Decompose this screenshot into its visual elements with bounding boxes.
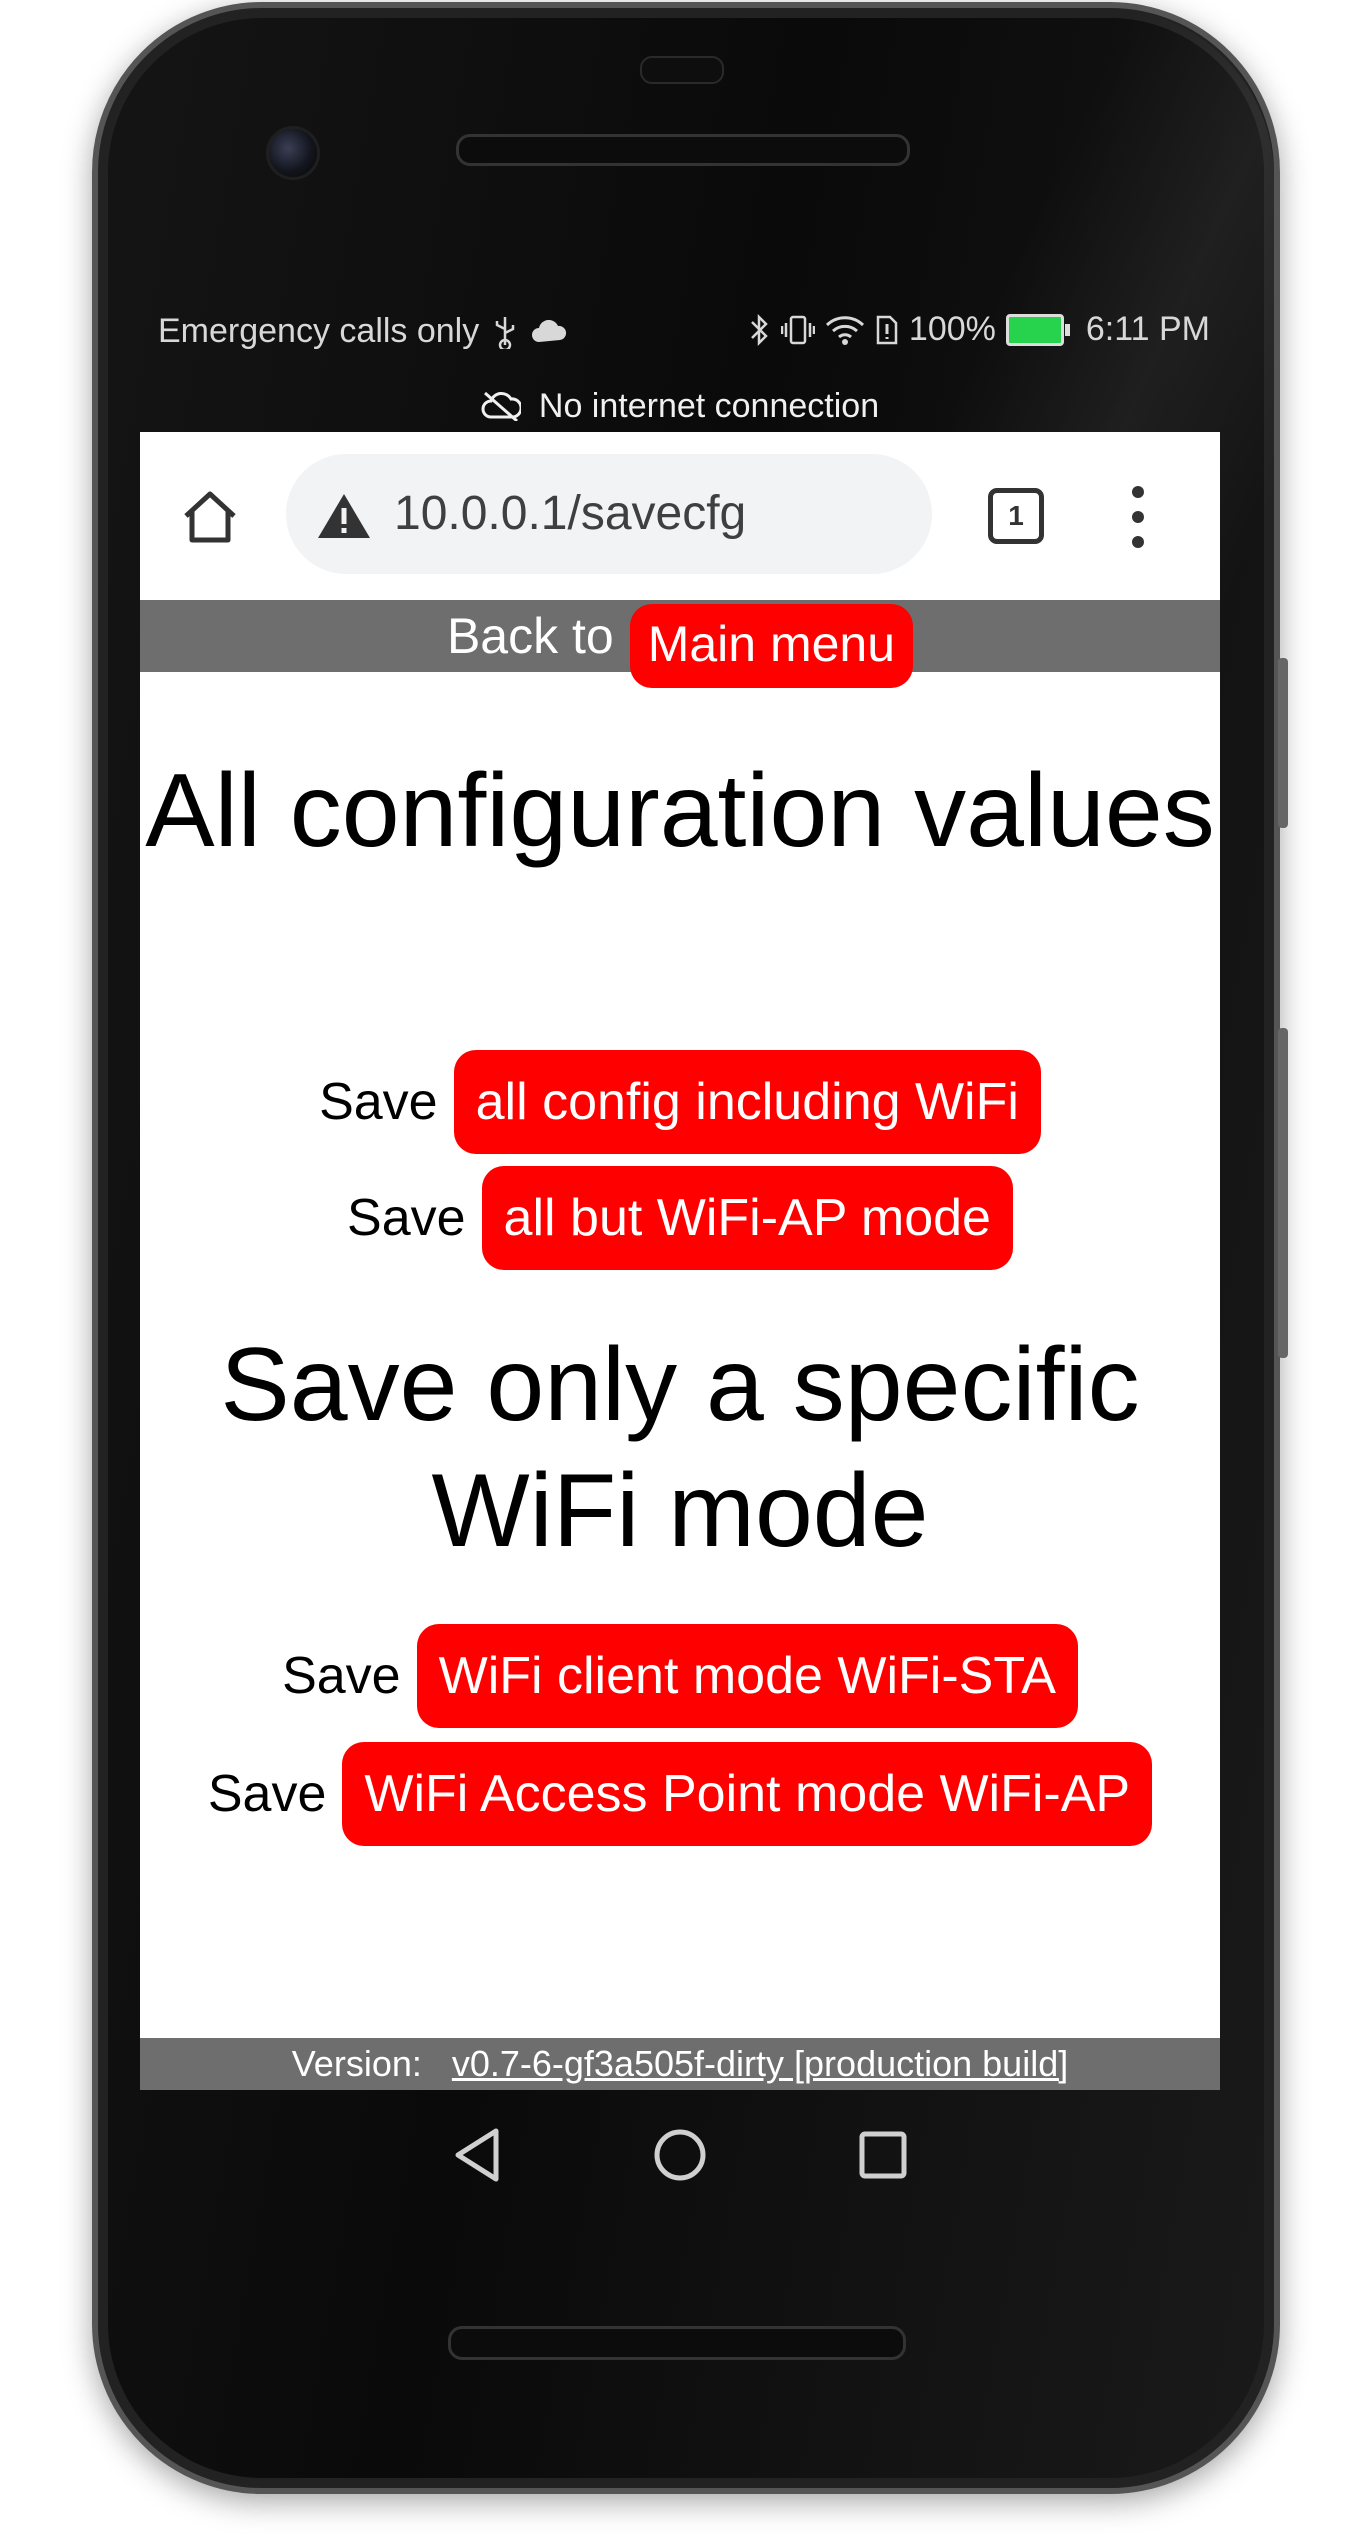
- cloud-off-icon: [481, 391, 521, 421]
- save-wifi-ap-button[interactable]: WiFi Access Point mode WiFi-AP: [342, 1742, 1153, 1846]
- save-row-all-but-ap: Save all but WiFi-AP mode: [140, 1166, 1220, 1270]
- carrier-text: Emergency calls only: [158, 312, 480, 350]
- status-bar: Emergency calls only 100% 6:11 PM: [140, 300, 1220, 380]
- recents-nav-icon[interactable]: [858, 2130, 908, 2180]
- usb-icon: [496, 316, 515, 349]
- bluetooth-icon: [751, 313, 768, 346]
- url-text[interactable]: 10.0.0.1/savecfg: [394, 486, 746, 541]
- battery-icon: [1005, 313, 1070, 346]
- save-row-wifi-sta: Save WiFi client mode WiFi-STA: [140, 1624, 1220, 1728]
- main-menu-button[interactable]: Main menu: [629, 604, 914, 688]
- save-label: Save: [319, 1073, 438, 1131]
- sim-icon: [876, 315, 898, 344]
- home-icon[interactable]: [180, 486, 240, 546]
- vibrate-icon: [780, 315, 815, 344]
- save-all-config-button[interactable]: all config including WiFi: [453, 1050, 1041, 1154]
- tab-switcher-button[interactable]: 1: [988, 488, 1044, 544]
- volume-button: [1278, 1028, 1288, 1358]
- web-page: Back to Main menu All configuration valu…: [140, 600, 1220, 2090]
- save-label: Save: [207, 1765, 327, 1823]
- network-notice: No internet connection: [140, 380, 1220, 432]
- save-all-but-ap-button[interactable]: all but WiFi-AP mode: [481, 1166, 1013, 1270]
- top-nav: Back to Main menu: [140, 600, 1220, 688]
- wifi-icon: [825, 315, 864, 345]
- power-button: [1278, 658, 1288, 828]
- status-time: 6:11 PM: [1085, 310, 1210, 348]
- warning-icon[interactable]: [316, 492, 372, 540]
- network-notice-text: No internet connection: [538, 386, 880, 425]
- version-link[interactable]: v0.7-6-gf3a505f-dirty [production build]: [452, 2043, 1068, 2085]
- section-title-wifi-mode: Save only a specific WiFi mode: [220, 1327, 1140, 1569]
- back-to-label: Back to: [446, 608, 614, 664]
- version-label: Version:: [291, 2043, 422, 2084]
- save-label: Save: [282, 1647, 401, 1705]
- overflow-menu-icon[interactable]: [1128, 486, 1148, 548]
- earpiece-sensor: [640, 56, 724, 84]
- address-bar[interactable]: 10.0.0.1/savecfg: [286, 454, 932, 574]
- tab-count: 1: [1008, 500, 1024, 531]
- back-nav-icon[interactable]: [452, 2127, 502, 2183]
- cloud-icon: [532, 319, 567, 342]
- home-nav-icon[interactable]: [652, 2127, 708, 2183]
- section-title-all-config: All configuration values: [145, 753, 1215, 869]
- bottom-speaker-grille: [448, 2326, 906, 2360]
- top-speaker-grille: [456, 134, 910, 166]
- save-row-all-config: Save all config including WiFi: [140, 1050, 1220, 1154]
- save-wifi-sta-button[interactable]: WiFi client mode WiFi-STA: [416, 1624, 1078, 1728]
- android-nav-bar: [140, 2090, 1220, 2220]
- version-footer: Version: v0.7-6-gf3a505f-dirty [producti…: [140, 2038, 1220, 2090]
- save-label: Save: [347, 1189, 466, 1247]
- front-camera: [266, 126, 320, 180]
- browser-toolbar: 10.0.0.1/savecfg 1: [140, 432, 1220, 602]
- battery-percent: 100%: [908, 310, 996, 348]
- save-row-wifi-ap: Save WiFi Access Point mode WiFi-AP: [140, 1742, 1220, 1846]
